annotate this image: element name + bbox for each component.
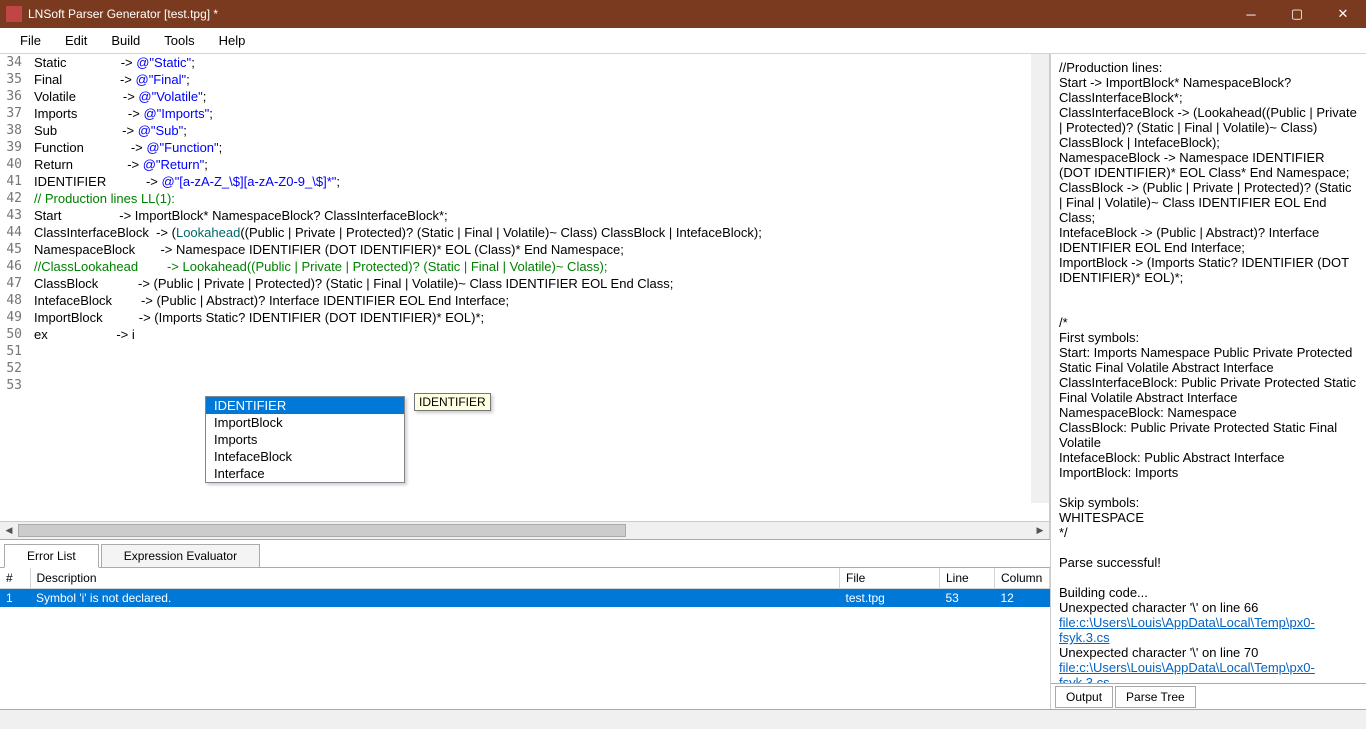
right-tab-parse-tree[interactable]: Parse Tree (1115, 686, 1196, 708)
menubar: FileEditBuildToolsHelp (0, 28, 1366, 54)
autocomplete-item[interactable]: ImportBlock (206, 414, 404, 431)
right-tab-output[interactable]: Output (1055, 686, 1113, 708)
menu-help[interactable]: Help (207, 33, 258, 48)
scroll-left-button[interactable]: ◀ (0, 522, 18, 539)
window-title: LNSoft Parser Generator [test.tpg] * (28, 7, 1228, 21)
scroll-right-button[interactable]: ▶ (1031, 522, 1049, 539)
menu-build[interactable]: Build (99, 33, 152, 48)
bottom-panel: Error ListExpression Evaluator #Descript… (0, 539, 1050, 709)
error-col-line[interactable]: Line (940, 568, 995, 589)
error-row[interactable]: 1Symbol 'i' is not declared.test.tpg5312 (0, 589, 1050, 608)
vertical-scrollbar[interactable] (1031, 54, 1049, 503)
horizontal-scrollbar[interactable]: ◀ ▶ (0, 521, 1049, 539)
app-icon (6, 6, 22, 22)
autocomplete-item[interactable]: IDENTIFIER (206, 397, 404, 414)
autocomplete-item[interactable]: IntefaceBlock (206, 448, 404, 465)
error-col-#[interactable]: # (0, 568, 30, 589)
line-gutter: 34 35 36 37 38 39 40 41 42 43 44 45 46 4… (0, 54, 26, 394)
error-link[interactable]: file:c:\Users\Louis\AppData\Local\Temp\p… (1059, 660, 1315, 683)
autocomplete-popup[interactable]: IDENTIFIERImportBlockImportsIntefaceBloc… (205, 396, 405, 483)
code-editor[interactable]: 34 35 36 37 38 39 40 41 42 43 44 45 46 4… (0, 54, 1050, 539)
close-button[interactable]: ✕ (1320, 0, 1366, 28)
right-tabs: OutputParse Tree (1051, 683, 1366, 709)
output-pane[interactable]: //Production lines:Start -> ImportBlock*… (1051, 54, 1366, 683)
maximize-button[interactable]: ▢ (1274, 0, 1320, 28)
autocomplete-item[interactable]: Interface (206, 465, 404, 482)
bottom-tabs: Error ListExpression Evaluator (0, 540, 1050, 568)
menu-file[interactable]: File (8, 33, 53, 48)
error-col-file[interactable]: File (840, 568, 940, 589)
code-area[interactable]: Static -> @"Static";Final -> @"Final";Vo… (34, 54, 1049, 343)
minimize-button[interactable]: ─ (1228, 0, 1274, 28)
titlebar: LNSoft Parser Generator [test.tpg] * ─ ▢… (0, 0, 1366, 28)
error-col-column[interactable]: Column (995, 568, 1050, 589)
tab-expression-evaluator[interactable]: Expression Evaluator (101, 544, 260, 567)
error-link[interactable]: file:c:\Users\Louis\AppData\Local\Temp\p… (1059, 615, 1315, 645)
error-list[interactable]: #DescriptionFileLineColumn 1Symbol 'i' i… (0, 568, 1050, 709)
menu-edit[interactable]: Edit (53, 33, 99, 48)
autocomplete-tooltip: IDENTIFIER (414, 393, 491, 411)
scroll-thumb[interactable] (18, 524, 626, 537)
tab-error-list[interactable]: Error List (4, 544, 99, 568)
autocomplete-item[interactable]: Imports (206, 431, 404, 448)
statusbar (0, 709, 1366, 729)
error-col-description[interactable]: Description (30, 568, 840, 589)
menu-tools[interactable]: Tools (152, 33, 206, 48)
right-panel: //Production lines:Start -> ImportBlock*… (1050, 54, 1366, 709)
